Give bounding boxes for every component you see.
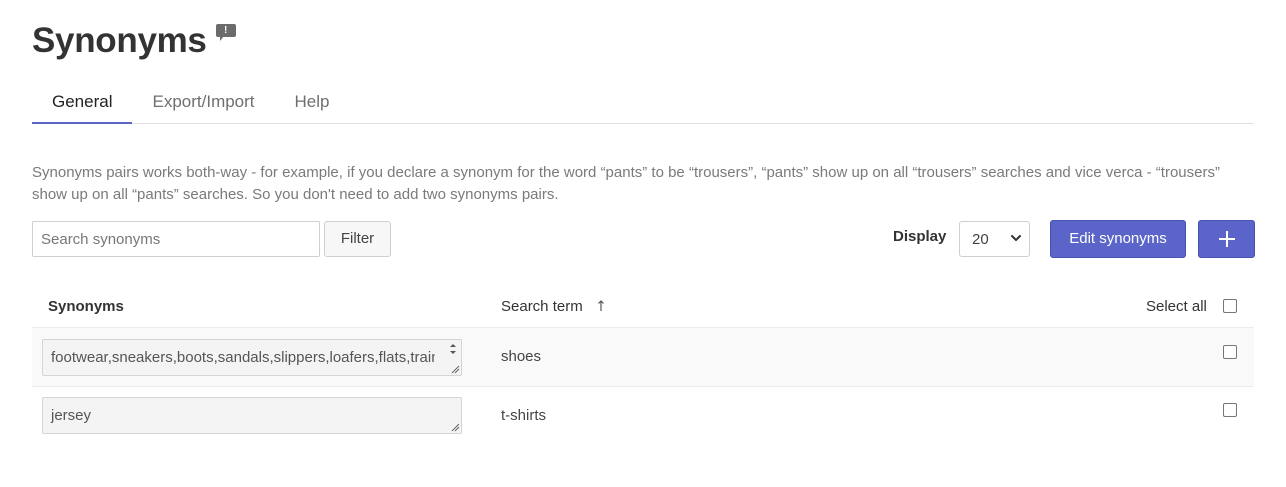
select-all-checkbox[interactable] (1223, 299, 1237, 313)
search-term-value: t-shirts (501, 407, 546, 424)
resize-grip-icon[interactable] (451, 365, 460, 374)
search-term-value: shoes (501, 348, 542, 365)
column-header-synonyms: Synonyms (48, 298, 124, 315)
table-row: footwear,sneakers,boots,sandals,slippers… (32, 328, 1254, 387)
select-all-label: Select all (1146, 298, 1207, 315)
filter-button[interactable]: Filter (324, 221, 391, 257)
intro-text: Synonyms pairs works both-way - for exam… (32, 164, 1220, 203)
tab-export-import[interactable]: Export/Import (132, 82, 274, 124)
tab-bar: General Export/Import Help (32, 82, 1254, 124)
scroll-arrows-icon[interactable] (447, 342, 459, 356)
synonyms-textarea[interactable]: jersey (42, 397, 462, 434)
sort-ascending-icon[interactable] (597, 300, 605, 312)
column-header-search-term[interactable]: Search term (501, 298, 583, 315)
add-synonym-button[interactable] (1198, 220, 1255, 258)
resize-grip-icon[interactable] (451, 423, 460, 432)
display-value: 20 (972, 231, 989, 248)
display-select[interactable]: 20 (959, 221, 1030, 257)
synonyms-value: footwear,sneakers,boots,sandals,slippers… (51, 349, 435, 366)
tab-general[interactable]: General (32, 82, 133, 124)
chevron-down-icon (1011, 235, 1021, 241)
row-checkbox[interactable] (1223, 345, 1237, 359)
tab-help[interactable]: Help (275, 82, 350, 124)
search-input[interactable] (32, 221, 320, 257)
table-row: jersey t-shirts (32, 388, 1254, 446)
display-label: Display (893, 228, 947, 245)
synonyms-textarea[interactable]: footwear,sneakers,boots,sandals,slippers… (42, 339, 462, 376)
page-title: Synonyms (32, 21, 207, 60)
feedback-icon[interactable]: ! (215, 24, 236, 42)
synonyms-value: jersey (51, 407, 92, 424)
row-checkbox[interactable] (1223, 403, 1237, 417)
page-header: Synonyms ! (32, 18, 236, 64)
edit-synonyms-button[interactable]: Edit synonyms (1050, 220, 1186, 258)
